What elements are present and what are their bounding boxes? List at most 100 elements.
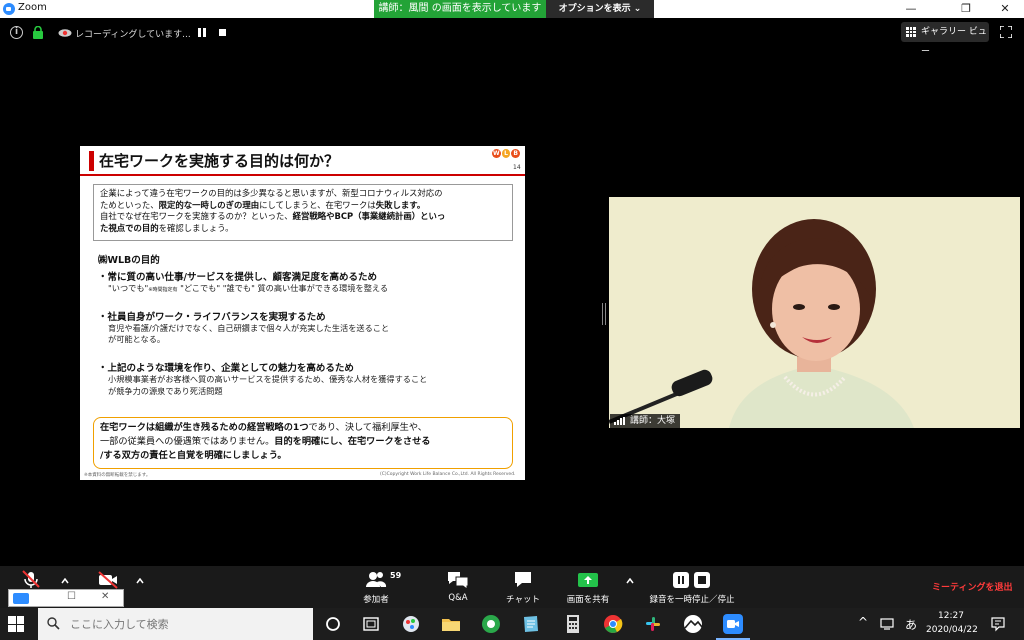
logo-letter-l: L [501, 149, 511, 158]
notepad-app-icon[interactable] [520, 613, 542, 635]
slide-footer-note: ※本資料の無断転載を禁じます。 [84, 473, 151, 478]
leave-meeting-button[interactable]: ミーティングを退出 [932, 580, 1012, 593]
photos-app-icon[interactable] [682, 613, 704, 635]
mini-restore-icon[interactable]: ☐ [67, 591, 76, 602]
chevron-up-icon[interactable] [626, 578, 634, 584]
zoom-window: Zoom — ❐ ✕ 講師：風間 の画面を表示しています オプションを表示 ⌄ … [0, 0, 1024, 640]
meeting-top-bar: i レコーディングしています... ギャラリー ビュー [0, 18, 1024, 57]
green-app-icon[interactable] [480, 613, 502, 635]
summary-text: 一部の従業員への優遇策ではありません。 [100, 436, 275, 447]
intro-box: 企業によって違う在宅ワークの目的は多少異なると思いますが、新型コロナウィルス対応… [93, 184, 513, 241]
zoom-mini-icon[interactable] [13, 593, 29, 604]
logo-letter-w: W [492, 149, 501, 158]
intro-text: にしてしまうと、在宅ワークは [259, 199, 376, 210]
minimize-button[interactable]: — [896, 0, 926, 18]
chevron-up-icon[interactable] [136, 578, 144, 584]
qa-button[interactable]: Q&A [440, 570, 476, 606]
summary-line-2: 一部の従業員への優遇策ではありません。目的を明確にし、在宅ワークをさせる [100, 435, 506, 449]
participant-video [609, 197, 1020, 428]
chevron-down-icon: ⌄ [633, 4, 642, 14]
slack-icon[interactable] [642, 613, 664, 635]
clock-time[interactable]: 12:27 [938, 611, 964, 621]
tray-chevron-up-icon[interactable]: ^ [858, 615, 868, 629]
window-title: Zoom [18, 2, 47, 13]
zoom-taskbar-icon[interactable] [722, 613, 744, 635]
calculator-icon[interactable] [562, 613, 584, 635]
slide-title-accent [89, 151, 94, 171]
signal-bars-icon [614, 417, 625, 425]
point-detail: が競争力の源泉であり死活問題 [108, 386, 223, 396]
notification-icon[interactable] [990, 616, 1006, 632]
summary-text: であり、決して福利厚生や、 [308, 422, 427, 433]
chat-label: チャット [506, 595, 540, 605]
intro-emphasis: 限定的な一時しのぎの理由 [158, 199, 260, 210]
point-title: ・上記のような環境を作り、企業としての魅力を高めるため [98, 363, 354, 374]
participant-name: 講師：大塚 [630, 416, 676, 426]
share-screen-icon [578, 573, 598, 587]
recording-status: レコーディングしています... [75, 30, 191, 40]
restore-button[interactable]: ❐ [951, 0, 981, 18]
chevron-up-icon[interactable] [61, 578, 69, 584]
intro-emphasis: 経営戦略やBCP（事業継続計画）といっ [292, 211, 446, 221]
grid-icon [906, 27, 916, 37]
slide-title: 在宅ワークを実施する目的は何か？ [99, 152, 340, 170]
cloud-recording-icon [58, 29, 72, 37]
taskbar-search[interactable] [38, 608, 313, 640]
windows-start-icon[interactable] [8, 616, 24, 632]
chat-button[interactable]: チャット [505, 570, 541, 606]
point-title: ・社員自身がワーク・ライフバランスを実現するため [98, 312, 326, 323]
view-options-button[interactable]: オプションを表示 ⌄ [546, 0, 654, 18]
slide-page-number: 14 [513, 164, 521, 171]
clock-date[interactable]: 2020/04/22 [926, 625, 978, 635]
split-view-handle[interactable] [602, 303, 606, 325]
task-view-icon[interactable] [360, 613, 382, 635]
microphone-muted-icon [22, 570, 40, 588]
qa-icon [448, 572, 469, 590]
gallery-view-button[interactable]: ギャラリー ビュー [901, 22, 989, 57]
share-screen-button[interactable]: 画面を共有 [563, 570, 613, 606]
recording-controls-button[interactable]: 録音を一時停止／停止 [642, 570, 742, 606]
intro-emphasis: 失敗します。 [375, 199, 426, 210]
view-options-label: オプションを表示 [558, 4, 631, 14]
point-title: ・常に質の高い仕事/サービスを提供し、顧客満足度を高めるため [98, 272, 377, 283]
summary-emphasis: 目的を明確にし、在宅ワークをさせる [274, 436, 431, 447]
cortana-icon[interactable] [322, 613, 344, 635]
ime-indicator[interactable]: あ [905, 616, 917, 633]
pause-stop-recording-icon [673, 572, 710, 588]
wlb-logo: W L B [492, 149, 521, 161]
summary-box: 在宅ワークは組織が生き残るための経営戦略の1つであり、決して福利厚生や、 一部の… [93, 417, 513, 469]
summary-line-3: /する双方の責任と自覚を明確にしましょう。 [100, 449, 506, 463]
chrome-icon[interactable] [602, 613, 624, 635]
paint-app-icon[interactable] [400, 613, 422, 635]
fullscreen-icon[interactable] [1000, 26, 1012, 38]
point-detail: 育児や看護/介護だけでなく、自己研鑽まで個々人が充実した生活を送ること [108, 323, 390, 333]
point-detail-text: "どこでも" "誰でも" 質の高い仕事ができる環境を整える [177, 283, 389, 293]
video-camera-off-icon [98, 571, 118, 589]
stop-recording-icon[interactable] [219, 29, 226, 36]
chat-icon [515, 572, 531, 587]
recording-controls-label: 録音を一時停止／停止 [649, 595, 735, 605]
wlb-purpose-heading: ㈱WLBの目的 [98, 255, 160, 266]
speaker-video-frame [609, 197, 1020, 428]
search-input[interactable] [70, 614, 300, 634]
participants-label: 参加者 [363, 595, 389, 605]
pause-recording-icon[interactable] [198, 28, 206, 37]
windows-taskbar: ^ あ 12:27 2020/04/22 [0, 608, 1024, 640]
intro-text: を確認しましょう。 [158, 222, 234, 233]
gallery-view-label: ギャラリー ビュー [921, 27, 987, 57]
close-button[interactable]: ✕ [990, 0, 1020, 18]
search-icon [47, 617, 60, 630]
slide-copyright: (C)Copyright Work Life Balance Co.,Ltd. … [380, 472, 516, 477]
intro-emphasis: た視点での目的 [100, 222, 159, 233]
intro-line-4: た視点での目的を確認しましょう。 [100, 223, 506, 235]
qa-label: Q&A [448, 593, 468, 603]
lock-icon[interactable] [32, 26, 44, 39]
mini-window: ☐ ✕ [8, 589, 124, 607]
info-icon[interactable]: i [10, 26, 23, 39]
summary-emphasis: /する双方の責任と自覚を明確にしましょう。 [100, 450, 287, 461]
network-icon[interactable] [880, 617, 896, 631]
point-detail: "いつでも"※時間指定有 "どこでも" "誰でも" 質の高い仕事ができる環境を整… [108, 283, 388, 297]
file-explorer-icon[interactable] [440, 613, 462, 635]
intro-line-2: ためといった、限定的な一時しのぎの理由にしてしまうと、在宅ワークは失敗します。 [100, 200, 506, 212]
mini-close-icon[interactable]: ✕ [101, 591, 109, 602]
